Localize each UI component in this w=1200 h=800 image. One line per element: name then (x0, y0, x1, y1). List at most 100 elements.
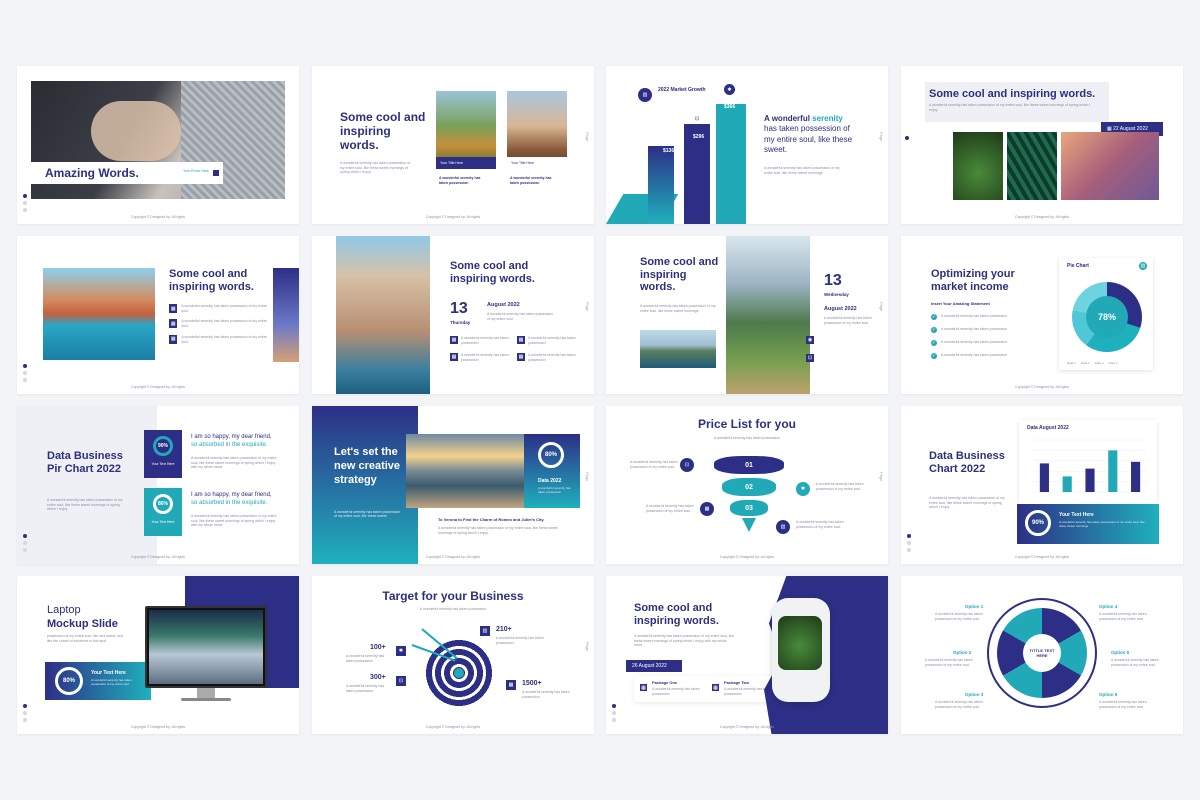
pie-legend: Data 1 Data 2 Data 3 Data 4 (1067, 361, 1117, 365)
copyright: Copyright © Designed by: All rights (130, 725, 186, 729)
stat-card-1: 90% Your Text Here (144, 430, 182, 478)
gear-icon: ✱ (796, 482, 810, 496)
nav-dots[interactable] (612, 704, 616, 722)
bar-value-1: $136 (663, 148, 675, 154)
copyright: Copyright © Designed by: All rights (719, 555, 775, 559)
ring-value: 90% (1031, 520, 1044, 526)
slide-10[interactable]: Let's set the new creative strategy A wo… (312, 406, 594, 564)
monitor-mockup (145, 606, 267, 688)
date-body: A wonderful serenity has taken possessio… (824, 316, 872, 325)
target-graphic (424, 638, 494, 708)
chart-icon: ▦ (169, 319, 178, 329)
funnel-note-2: A wonderful serenity has taken possessio… (816, 482, 864, 491)
slide-13[interactable]: Laptop Mockup Slide possession of my ent… (17, 576, 299, 734)
list-item-text: A wonderful serenity has taken possessio… (181, 334, 267, 344)
slide-11[interactable]: Price List for you A wonderful serenity … (606, 406, 888, 564)
legend-item: Data 3 (1094, 361, 1104, 365)
slide-8[interactable]: Optimizing your market income Insert You… (901, 236, 1183, 394)
slide-16[interactable]: TITTLE TEXT HERE Option 1 A wonderful se… (901, 576, 1183, 734)
grid-item: ▦ A wonderful serenity has taken possessi… (450, 336, 511, 345)
nav-dots[interactable] (23, 534, 27, 552)
package-card: ▦ Package One A wonderful serenity has t… (634, 676, 784, 702)
nav-dot-icon[interactable] (905, 136, 909, 140)
nav-dots[interactable] (907, 534, 911, 552)
ring-1: 90% (153, 436, 173, 456)
summary-ring: 90% (1025, 510, 1051, 536)
day-number: 13 (824, 272, 842, 289)
option-label: Option 5 (1111, 650, 1130, 655)
slide-14[interactable]: Target for your Business A wonderful ser… (312, 576, 594, 734)
item-list: ▦ A wonderful serenity has taken possessi… (169, 304, 269, 344)
photo-harbor (43, 268, 155, 360)
ring-value: 86% (157, 501, 168, 507)
grid-item-text: A wonderful serenity has taken possessio… (461, 336, 509, 345)
stat-body: A wonderful serenity has taken possessio… (91, 678, 132, 686)
copyright: Copyright © Designed by: All rights (1014, 385, 1070, 389)
summary-body: A wonderful serenity has taken possessio… (1059, 520, 1145, 528)
list-item-text: A wonderful serenity has taken possessio… (181, 304, 267, 313)
grid-item-text: A wonderful serenity has taken possessio… (528, 353, 576, 363)
phone-icon: ◉ (806, 336, 814, 344)
stat-title: Your Text Here (91, 670, 126, 676)
bar-icon: ▦ (506, 680, 516, 690)
copyright: Copyright © Designed by: All rights (425, 725, 481, 729)
check-item-text: A wonderful serenity has taken possessio… (941, 314, 1008, 318)
slide-7[interactable]: Some cool and inspiring words. A wonderf… (606, 236, 888, 394)
slide-2[interactable]: Some cool and inspiring words. A wonderf… (312, 66, 594, 224)
nav-dots[interactable] (23, 194, 27, 212)
slide-5[interactable]: Some cool and inspiring words. ▦ A wonder… (17, 236, 299, 394)
grid-item-text: A wonderful serenity has taken possessio… (461, 353, 509, 363)
slide-title: Data Business Pir Chart 2022 (47, 450, 123, 475)
title-line-1: Laptop (47, 604, 81, 616)
option-label: Option 3 (965, 692, 984, 697)
slide-9[interactable]: Data Business Pir Chart 2022 A wonderful… (17, 406, 299, 564)
slide-title: Some cool and inspiring words. (169, 268, 254, 293)
option-text: A wonderful serenity has taken possessio… (1111, 658, 1159, 667)
weekday: Thursday (450, 320, 471, 325)
bar-value-2: $296 (693, 134, 705, 140)
headline-part-3: has taken possession of my entire soul, … (764, 124, 853, 155)
slide-title: Let's set the new creative strategy (334, 446, 401, 486)
title-line-2: Mockup Slide (47, 618, 118, 630)
slide-title: Some cool and inspiring words. (640, 256, 719, 294)
check-item-text: A wonderful serenity has taken possessio… (941, 340, 1008, 344)
calendar-icon: ▦ (640, 684, 647, 691)
slide-6[interactable]: Some cool and inspiring words. 13 Thursd… (312, 236, 594, 394)
nav-dots[interactable] (23, 364, 27, 382)
summary-title: Your Text Here (1059, 512, 1094, 518)
page-label: Page (585, 642, 590, 652)
slide-3[interactable]: ▥ 2022 Market Growth $136 $296 $366 ⊡ ✱ … (606, 66, 888, 224)
slide-body: A wonderful serenity has taken possessio… (929, 496, 1005, 510)
check-item-text: A wonderful serenity has taken possessio… (941, 327, 1008, 331)
chart-icon: ▦ (169, 334, 178, 344)
smartwatch (772, 598, 830, 702)
chart-icon: ▦ (450, 353, 458, 362)
slide-body: A wonderful serenity has taken possessio… (340, 161, 411, 175)
chart-bar (1108, 450, 1118, 492)
page-label: Page (585, 472, 590, 482)
grid-item: ▦ A wonderful serenity has taken possessi… (450, 353, 511, 362)
page-label: Page (585, 132, 590, 142)
stat-text: A wonderful serenity has taken possessio… (346, 654, 385, 663)
package-title: Package Two (724, 680, 750, 685)
slide-12[interactable]: Data Business Chart 2022 A wonderful ser… (901, 406, 1183, 564)
month-label: August 2022 (824, 306, 857, 312)
slide-1[interactable]: Amazing Words. Your Photo Here Copyright… (17, 66, 299, 224)
option-label: Option 4 (1099, 604, 1118, 609)
funnel-note-3: A wonderful serenity has taken possessio… (646, 504, 694, 513)
weekday: Wednesday (824, 292, 849, 297)
cart-icon: ⊡ (680, 458, 694, 472)
slide-15[interactable]: Some cool and inspiring words. A wonderf… (606, 576, 888, 734)
option-text: A wonderful serenity has taken possessio… (1099, 612, 1147, 621)
photo-valley (726, 236, 810, 394)
sub-text-1: A wonderful serenity has taken possessio… (439, 176, 481, 185)
check-icon: ✓ (931, 340, 937, 346)
slide-4[interactable]: Some cool and inspiring words. A wonderf… (901, 66, 1183, 224)
stat-caption: Your Text Here (151, 520, 175, 524)
chart-icon: ▦ (517, 336, 525, 344)
grid-item-text: A wonderful serenity has taken possessio… (528, 336, 576, 345)
nav-dots[interactable] (23, 704, 27, 722)
donut-center: 78% (1086, 296, 1128, 338)
cart-icon: ⊡ (396, 676, 406, 686)
slide-body: possession of my entire soul, like and s… (47, 634, 124, 643)
